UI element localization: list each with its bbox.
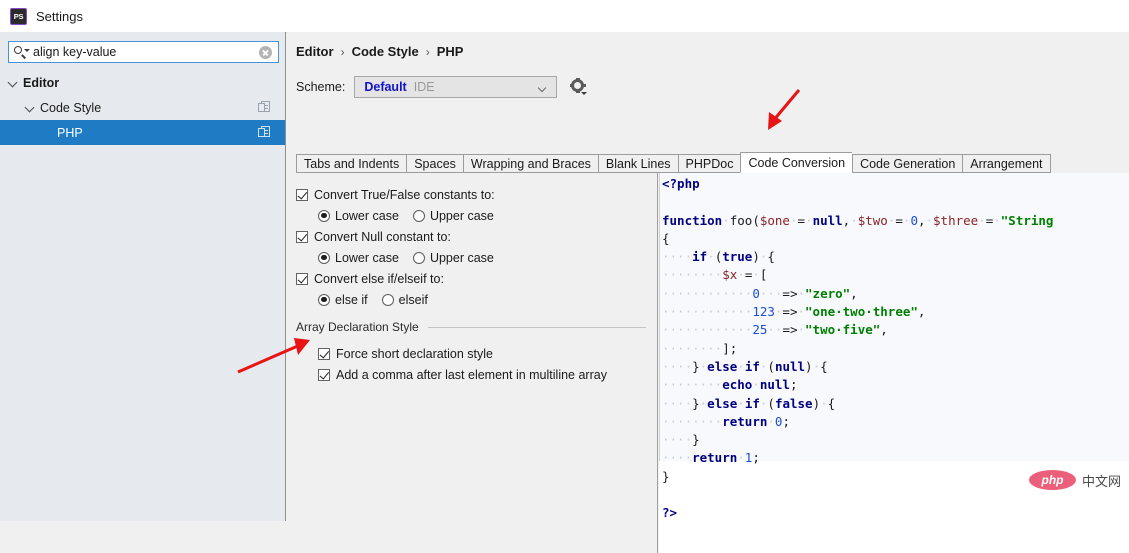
chevron-down-icon bbox=[581, 91, 588, 95]
tab-phpdoc[interactable]: PHPDoc bbox=[677, 154, 741, 173]
code-preview-text: <?php function·foo($one·=·null,·$two·=·0… bbox=[662, 176, 1054, 521]
array-declaration-group-header: Array Declaration Style bbox=[296, 320, 646, 334]
group-title: Array Declaration Style bbox=[296, 320, 419, 334]
phpstorm-ps-icon: PS bbox=[10, 7, 27, 25]
option-add-trailing-comma[interactable]: Add a comma after last element in multil… bbox=[296, 364, 646, 385]
settings-sidebar: Editor Code Style PHP bbox=[0, 32, 286, 521]
checkbox-convert-elseif[interactable] bbox=[296, 272, 308, 285]
copy-scheme-icon[interactable] bbox=[258, 101, 271, 114]
checkbox-add-trailing-comma[interactable] bbox=[318, 368, 330, 381]
radio-elseif-elseif[interactable] bbox=[381, 293, 394, 306]
gear-icon[interactable] bbox=[570, 77, 588, 96]
radio-group-elseif: else if elseif bbox=[296, 289, 646, 310]
radio-label: Lower case bbox=[335, 250, 399, 265]
php-logo: php bbox=[1029, 470, 1076, 490]
checkbox-force-short-declaration[interactable] bbox=[318, 347, 330, 360]
option-label: Convert Null constant to: bbox=[314, 229, 451, 244]
code-preview-pane[interactable]: <?php function·foo($one·=·null,·$two·=·0… bbox=[659, 173, 1129, 553]
option-convert-truefalse[interactable]: Convert True/False constants to: bbox=[296, 184, 646, 205]
breadcrumb-item-php: PHP bbox=[436, 44, 464, 59]
breadcrumb: Editor › Code Style › PHP bbox=[296, 44, 463, 59]
option-convert-null[interactable]: Convert Null constant to: bbox=[296, 226, 646, 247]
options-pane: Convert True/False constants to: Lower c… bbox=[287, 173, 658, 553]
sidebar-item-label: Code Style bbox=[40, 100, 102, 115]
watermark: php 中文网 bbox=[1029, 470, 1121, 490]
breadcrumb-separator: › bbox=[340, 44, 345, 59]
scheme-value: Default bbox=[364, 80, 407, 94]
option-label: Convert else if/elseif to: bbox=[314, 271, 444, 286]
chevron-down-icon[interactable] bbox=[26, 103, 35, 112]
breadcrumb-separator: › bbox=[425, 44, 430, 59]
scheme-scope: IDE bbox=[413, 80, 435, 94]
checkbox-convert-truefalse[interactable] bbox=[296, 188, 308, 201]
sidebar-item-php[interactable]: PHP bbox=[0, 120, 285, 145]
option-convert-elseif[interactable]: Convert else if/elseif to: bbox=[296, 268, 646, 289]
tab-blank-lines[interactable]: Blank Lines bbox=[597, 154, 678, 173]
tab-spaces[interactable]: Spaces bbox=[406, 154, 463, 173]
window-title: Settings bbox=[36, 8, 83, 24]
radio-label: Upper case bbox=[429, 250, 494, 265]
radio-null-upper[interactable] bbox=[412, 251, 425, 264]
scheme-row: Scheme: Default IDE bbox=[296, 76, 588, 98]
scheme-label: Scheme: bbox=[296, 80, 346, 94]
search-field[interactable] bbox=[8, 41, 279, 63]
settings-content: Editor › Code Style › PHP Scheme: Defaul… bbox=[287, 32, 1129, 553]
tab-code-generation[interactable]: Code Generation bbox=[852, 154, 963, 173]
radio-label: else if bbox=[335, 292, 368, 307]
copy-scheme-icon[interactable] bbox=[258, 126, 271, 139]
breadcrumb-item-code-style[interactable]: Code Style bbox=[352, 44, 419, 59]
sidebar-item-label: PHP bbox=[57, 125, 83, 140]
radio-group-truefalse: Lower case Upper case bbox=[296, 205, 646, 226]
breadcrumb-item-editor[interactable]: Editor bbox=[296, 44, 334, 59]
option-force-short-declaration[interactable]: Force short declaration style bbox=[296, 343, 646, 364]
settings-window: PS Settings Editor Code Style bbox=[0, 0, 1129, 553]
radio-label: Upper case bbox=[429, 208, 494, 223]
clear-icon[interactable] bbox=[259, 45, 272, 59]
scheme-select[interactable]: Default IDE bbox=[354, 76, 558, 98]
chevron-down-icon[interactable] bbox=[9, 78, 18, 87]
search-icon bbox=[13, 45, 30, 60]
sidebar-item-code-style[interactable]: Code Style bbox=[0, 95, 285, 120]
option-label: Add a comma after last element in multil… bbox=[336, 367, 607, 382]
tab-code-conversion[interactable]: Code Conversion bbox=[740, 152, 853, 173]
tab-tabs-and-indents[interactable]: Tabs and Indents bbox=[296, 154, 407, 173]
checkbox-convert-null[interactable] bbox=[296, 230, 308, 243]
sidebar-item-editor[interactable]: Editor bbox=[0, 70, 285, 95]
chevron-down-icon bbox=[539, 85, 547, 90]
sidebar-item-label: Editor bbox=[23, 75, 60, 90]
tab-wrapping-and-braces[interactable]: Wrapping and Braces bbox=[462, 154, 598, 173]
option-label: Force short declaration style bbox=[336, 346, 494, 361]
title-bar: PS Settings bbox=[0, 0, 1129, 33]
radio-null-lower[interactable] bbox=[318, 251, 330, 264]
tab-arrangement[interactable]: Arrangement bbox=[962, 154, 1051, 173]
search-input[interactable] bbox=[33, 45, 259, 59]
radio-label: elseif bbox=[398, 292, 428, 307]
settings-tabs: Tabs and Indents Spaces Wrapping and Bra… bbox=[296, 152, 1051, 173]
watermark-site-text: 中文网 bbox=[1082, 474, 1122, 490]
radio-elseif-elseif-space[interactable] bbox=[318, 293, 330, 306]
radio-truefalse-lower[interactable] bbox=[318, 209, 330, 222]
radio-label: Lower case bbox=[335, 208, 399, 223]
radio-truefalse-upper[interactable] bbox=[412, 209, 425, 222]
option-label: Convert True/False constants to: bbox=[314, 187, 495, 202]
radio-group-null: Lower case Upper case bbox=[296, 247, 646, 268]
group-divider bbox=[427, 326, 646, 328]
settings-tree: Editor Code Style PHP bbox=[0, 70, 285, 145]
